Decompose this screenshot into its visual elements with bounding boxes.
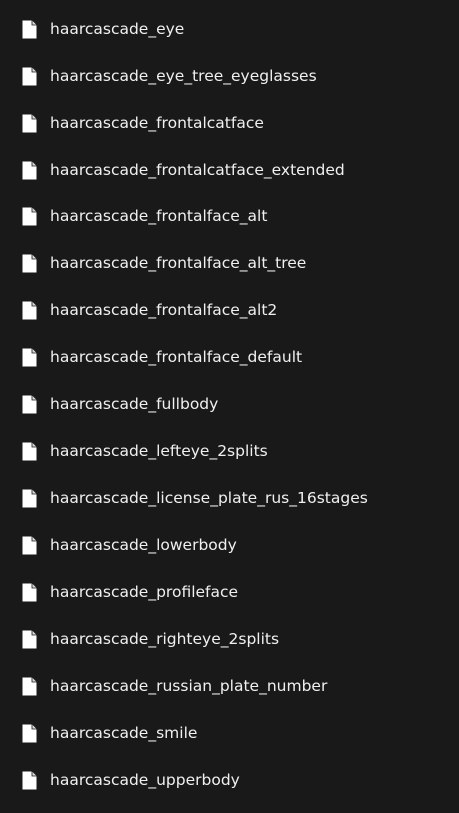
file-item[interactable]: haarcascade_license_plate_rus_16stages	[0, 478, 459, 518]
document-icon	[22, 254, 37, 272]
document-icon	[22, 724, 37, 742]
file-name: haarcascade_frontalface_alt_tree	[50, 254, 307, 272]
file-item[interactable]: haarcascade_frontalface_alt_tree	[0, 243, 459, 283]
file-item[interactable]: haarcascade_smile	[0, 713, 459, 753]
file-item[interactable]: haarcascade_eye	[0, 9, 459, 49]
file-item[interactable]: haarcascade_russian_plate_number	[0, 666, 459, 706]
document-icon	[22, 771, 37, 789]
file-name: haarcascade_frontalface_alt2	[50, 301, 278, 319]
file-item[interactable]: haarcascade_eye_tree_eyeglasses	[0, 56, 459, 96]
file-name: haarcascade_russian_plate_number	[50, 677, 328, 695]
file-name: haarcascade_license_plate_rus_16stages	[50, 489, 368, 507]
document-icon	[22, 20, 37, 38]
file-name: haarcascade_lowerbody	[50, 536, 237, 554]
file-list: haarcascade_eye haarcascade_eye_tree_eye…	[0, 0, 459, 813]
file-name: haarcascade_eye_tree_eyeglasses	[50, 67, 317, 85]
file-name: haarcascade_frontalcatface	[50, 114, 264, 132]
file-item[interactable]: haarcascade_frontalface_alt	[0, 196, 459, 236]
file-name: haarcascade_frontalface_default	[50, 348, 303, 366]
document-icon	[22, 114, 37, 132]
file-name: haarcascade_righteye_2splits	[50, 630, 280, 648]
file-name: haarcascade_lefteye_2splits	[50, 442, 268, 460]
document-icon	[22, 67, 37, 85]
document-icon	[22, 489, 37, 507]
file-name: haarcascade_frontalcatface_extended	[50, 161, 345, 179]
document-icon	[22, 395, 37, 413]
document-icon	[22, 630, 37, 648]
file-item[interactable]: haarcascade_frontalface_default	[0, 337, 459, 377]
file-item[interactable]: haarcascade_lefteye_2splits	[0, 431, 459, 471]
document-icon	[22, 536, 37, 554]
document-icon	[22, 583, 37, 601]
document-icon	[22, 348, 37, 366]
file-name: haarcascade_frontalface_alt	[50, 207, 268, 225]
file-name: haarcascade_eye	[50, 20, 185, 38]
file-name: haarcascade_profileface	[50, 583, 239, 601]
file-item[interactable]: haarcascade_upperbody	[0, 760, 459, 800]
file-item[interactable]: haarcascade_frontalcatface_extended	[0, 150, 459, 190]
document-icon	[22, 301, 37, 319]
document-icon	[22, 161, 37, 179]
document-icon	[22, 442, 37, 460]
file-name: haarcascade_fullbody	[50, 395, 219, 413]
file-name: haarcascade_smile	[50, 724, 198, 742]
file-item[interactable]: haarcascade_profileface	[0, 572, 459, 612]
file-item[interactable]: haarcascade_righteye_2splits	[0, 619, 459, 659]
file-name: haarcascade_upperbody	[50, 771, 240, 789]
document-icon	[22, 677, 37, 695]
file-item[interactable]: haarcascade_lowerbody	[0, 525, 459, 565]
file-item[interactable]: haarcascade_frontalcatface	[0, 103, 459, 143]
file-item[interactable]: haarcascade_fullbody	[0, 384, 459, 424]
file-item[interactable]: haarcascade_frontalface_alt2	[0, 290, 459, 330]
document-icon	[22, 207, 37, 225]
